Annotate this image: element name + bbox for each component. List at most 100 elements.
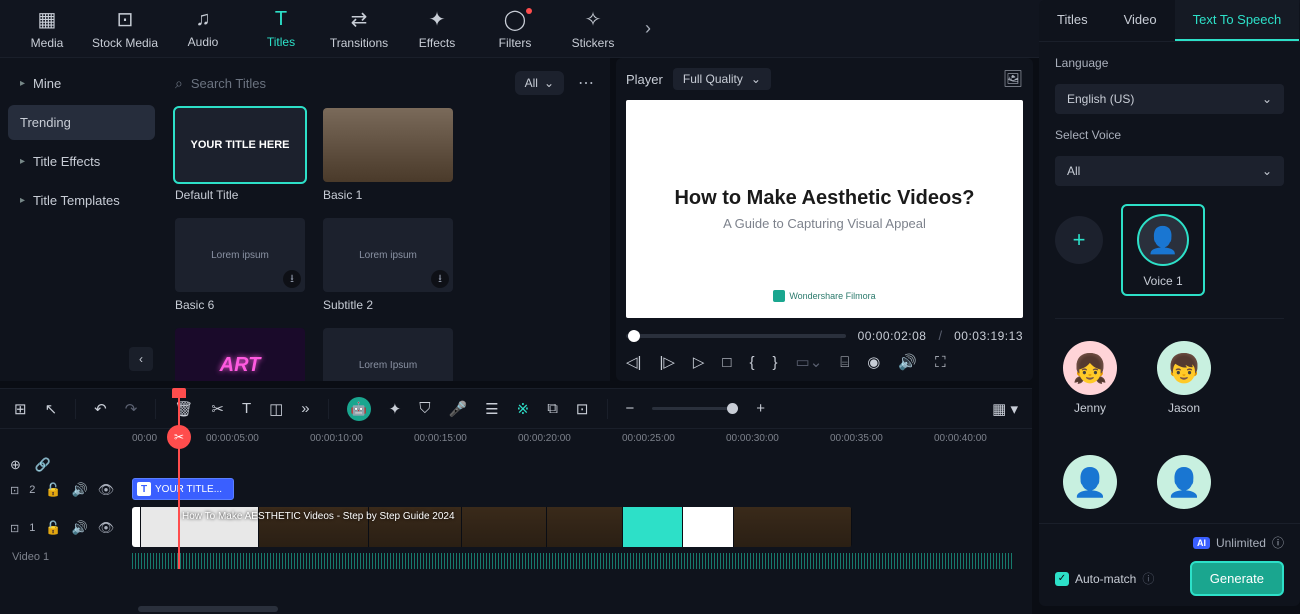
thumb: Lorem ipsum⭳ xyxy=(323,218,453,292)
title-clip[interactable]: T YOUR TITLE... xyxy=(132,478,234,500)
stickers-icon: ✧ xyxy=(585,7,602,32)
more-menu[interactable]: ⋯ xyxy=(574,69,598,97)
next-frame-icon[interactable]: |▷ xyxy=(659,353,674,371)
help-icon[interactable]: ⓘ xyxy=(1142,570,1154,587)
scissors-icon[interactable]: ✂ xyxy=(167,425,191,449)
search-field[interactable]: ⌕ xyxy=(175,75,505,92)
snapshot-icon[interactable]: 🖼 xyxy=(1003,69,1023,89)
search-input[interactable] xyxy=(191,76,371,91)
tool-media[interactable]: ▦ Media xyxy=(8,2,86,56)
filter-dropdown[interactable]: All ⌄ xyxy=(515,71,564,95)
title-card-subtitle2[interactable]: Lorem ipsum⭳ Subtitle 2 xyxy=(323,218,455,312)
play-icon[interactable]: ▷ xyxy=(693,353,705,371)
prev-frame-icon[interactable]: ◁| xyxy=(626,353,641,371)
title-card-basic6[interactable]: Lorem ipsum⭳ Basic 6 xyxy=(175,218,307,312)
effects-icon: ✦ xyxy=(429,7,446,32)
more-tools-icon[interactable]: » xyxy=(301,400,309,417)
playhead[interactable]: ✂ xyxy=(178,389,180,569)
language-value: English (US) xyxy=(1067,92,1134,106)
volume-icon[interactable]: 🔊 xyxy=(898,353,917,371)
help-icon[interactable]: ⓘ xyxy=(1272,534,1284,551)
sidebar-item-title-effects[interactable]: ▸ Title Effects xyxy=(8,144,155,179)
list-icon[interactable]: ☰ xyxy=(485,400,498,418)
tool-filters[interactable]: ◯ Filters xyxy=(476,2,554,56)
fullscreen-icon[interactable]: ⛶ xyxy=(935,354,946,371)
quality-dropdown[interactable]: Full Quality ⌄ xyxy=(673,68,771,90)
group-icon[interactable]: ⧉ xyxy=(547,400,558,417)
voice-jenny[interactable]: 👧 Jenny xyxy=(1063,341,1117,415)
voice-filter-dropdown[interactable]: All ⌄ xyxy=(1055,156,1284,186)
tool-effects[interactable]: ✦ Effects xyxy=(398,2,476,56)
lock-icon[interactable]: 🔓 xyxy=(45,520,61,536)
ratio-icon[interactable]: ▭⌄ xyxy=(796,353,823,371)
fit-icon[interactable]: ⊡ xyxy=(576,400,589,418)
tab-video[interactable]: Video xyxy=(1106,0,1175,41)
sparkle-icon[interactable]: ✦ xyxy=(389,400,402,418)
mute-icon[interactable]: 🔊 xyxy=(72,520,88,536)
title-card-basic1[interactable]: Basic 1 xyxy=(323,108,455,202)
layout-icon[interactable]: ⊞ xyxy=(14,400,27,418)
quality-value: Full Quality xyxy=(683,72,743,86)
tab-titles[interactable]: Titles xyxy=(1039,0,1106,41)
auto-match-checkbox[interactable]: ✓ Auto-match ⓘ xyxy=(1055,570,1154,587)
display-icon[interactable]: ⌸ xyxy=(840,354,849,371)
text-tool-icon[interactable]: T xyxy=(242,400,251,417)
sidebar-item-trending[interactable]: Trending xyxy=(8,105,155,140)
language-dropdown[interactable]: English (US) ⌄ xyxy=(1055,84,1284,114)
title-card-default[interactable]: YOUR TITLE HERE Default Title xyxy=(175,108,307,202)
tool-transitions[interactable]: ⇄ Transitions xyxy=(320,2,398,56)
voice-jason[interactable]: 👦 Jason xyxy=(1157,341,1211,415)
view-mode-icon[interactable]: ▦ ▾ xyxy=(992,400,1018,418)
tool-audio[interactable]: ♫ Audio xyxy=(164,2,242,56)
cut-icon[interactable]: ✂ xyxy=(211,400,224,418)
tool-titles[interactable]: T Titles xyxy=(242,2,320,56)
mic-icon[interactable]: 🎤 xyxy=(448,400,467,418)
zoom-handle[interactable] xyxy=(727,403,738,414)
crop-icon[interactable]: ◫ xyxy=(269,400,283,418)
lock-icon[interactable]: 🔓 xyxy=(45,482,61,498)
select-tool-icon[interactable]: ↖ xyxy=(45,400,58,418)
ai-tools-icon[interactable]: 🤖 xyxy=(347,397,371,421)
generate-button[interactable]: Generate xyxy=(1190,561,1284,596)
undo-icon[interactable]: ↶ xyxy=(94,400,107,418)
selected-voice-card[interactable]: 👤 Voice 1 xyxy=(1121,204,1205,296)
visibility-icon[interactable]: 👁 xyxy=(98,482,115,498)
seek-bar[interactable] xyxy=(626,334,846,338)
timeline-scrollbar[interactable] xyxy=(138,606,278,612)
sidebar-item-mine[interactable]: ▸ Mine xyxy=(8,66,155,101)
voice-item-4[interactable]: 👤 xyxy=(1157,455,1211,509)
toolbar-more[interactable]: › xyxy=(632,18,664,39)
seek-handle[interactable] xyxy=(628,330,640,342)
sidebar-collapse[interactable]: ‹ xyxy=(129,347,153,371)
marker-icon[interactable]: ※ xyxy=(517,400,530,418)
preview-viewport[interactable]: How to Make Aesthetic Videos? A Guide to… xyxy=(626,100,1023,318)
zoom-slider[interactable] xyxy=(652,407,738,410)
sidebar-item-title-templates[interactable]: ▸ Title Templates xyxy=(8,183,155,218)
link-icon[interactable]: 🔗 xyxy=(35,457,51,473)
mark-out-icon[interactable]: } xyxy=(773,354,778,371)
title-card-lorem[interactable]: Lorem Ipsum xyxy=(323,328,455,381)
tool-stock-media[interactable]: ⊡ Stock Media xyxy=(86,2,164,56)
redo-icon[interactable]: ↷ xyxy=(125,400,138,418)
thumb xyxy=(323,108,453,182)
sidebar-label: Title Templates xyxy=(33,193,120,208)
visibility-icon[interactable]: 👁 xyxy=(98,520,115,536)
tab-tts[interactable]: Text To Speech xyxy=(1175,0,1300,41)
camera-icon[interactable]: ◉ xyxy=(867,353,880,371)
zoom-out-icon[interactable]: − xyxy=(626,400,635,417)
tool-stickers[interactable]: ✧ Stickers xyxy=(554,2,632,56)
shield-icon[interactable]: ⛉ xyxy=(419,400,430,417)
mute-icon[interactable]: 🔊 xyxy=(72,482,88,498)
download-icon[interactable]: ⭳ xyxy=(283,270,301,288)
media-panel: ▸ Mine Trending ▸ Title Effects ▸ Title … xyxy=(0,58,610,381)
time-ruler[interactable]: 00:00 00:00:05:00 00:00:10:00 00:00:15:0… xyxy=(0,429,1032,455)
video-clip[interactable]: How To Make AESTHETIC Videos - Step by S… xyxy=(132,507,852,547)
track-add-icon[interactable]: ⊕ xyxy=(10,457,21,473)
add-voice-button[interactable]: + xyxy=(1055,216,1103,264)
mark-in-icon[interactable]: { xyxy=(749,354,754,371)
stop-icon[interactable]: □ xyxy=(722,354,731,371)
zoom-in-icon[interactable]: + xyxy=(756,400,765,417)
voice-item-3[interactable]: 👤 xyxy=(1063,455,1117,509)
title-card-art[interactable]: ART xyxy=(175,328,307,381)
download-icon[interactable]: ⭳ xyxy=(431,270,449,288)
